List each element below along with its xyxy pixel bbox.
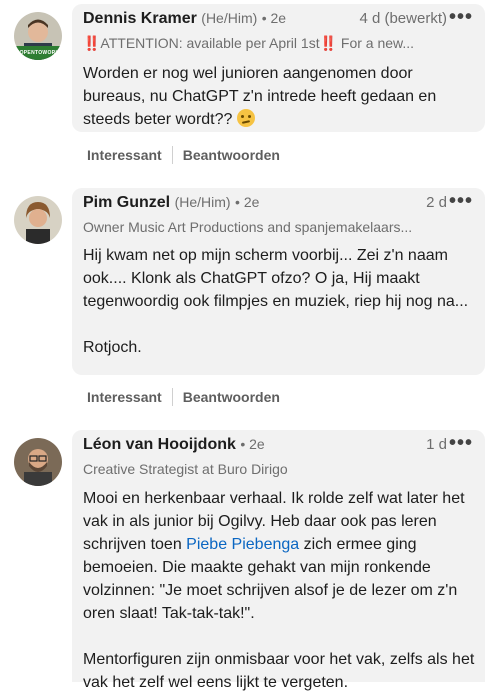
comment-time: 1 d (426, 436, 447, 453)
more-dots-icon[interactable]: ••• (449, 190, 473, 213)
author-headline: Owner Music Art Productions and spanjema… (83, 219, 413, 235)
comment-paragraph: Hij kwam net op mijn scherm voorbij... Z… (83, 247, 469, 310)
connection-degree: • 2e (261, 10, 287, 26)
more-dots-icon[interactable]: ••• (449, 432, 473, 455)
comment-actions: Interessant Beantwoorden (87, 388, 280, 406)
avatar[interactable] (14, 196, 62, 244)
open-to-work-badge: #OPENTOWORK (14, 46, 62, 60)
comment-text: Mooi en herkenbaar verhaal. Ik rolde zel… (83, 487, 478, 694)
comment-time: 2 d (426, 194, 447, 211)
author-name[interactable]: Léon van Hooijdonk (83, 436, 236, 453)
avatar-photo (14, 438, 62, 486)
thinking-face-icon (236, 109, 255, 127)
author-headline: ‼️ATTENTION: available per April 1st‼️ F… (83, 35, 415, 51)
divider (171, 388, 173, 406)
connection-degree: • 2e (240, 436, 265, 452)
author-headline: Creative Strategist at Buro Dirigo (83, 461, 288, 477)
like-button[interactable]: Interessant (87, 389, 162, 405)
avatar[interactable]: #OPENTOWORK (14, 12, 62, 60)
more-dots-icon[interactable]: ••• (449, 6, 473, 29)
reply-button[interactable]: Beantwoorden (183, 147, 280, 163)
comment-time: 4 d (bewerkt) (359, 10, 447, 27)
comment-text: Worden er nog wel junioren aangenomen do… (83, 62, 478, 131)
comment-paragraph: Mentorfiguren zijn onmisbaar voor het va… (83, 651, 475, 691)
avatar[interactable] (14, 438, 62, 486)
author-pronoun: (He/Him) (174, 194, 231, 210)
author-name[interactable]: Pim Gunzel (83, 194, 170, 211)
divider (171, 146, 173, 164)
comment-actions: Interessant Beantwoorden (87, 146, 280, 164)
avatar-photo (14, 196, 62, 244)
comment-bubble: Léon van Hooijdonk • 2e 1 d ••• Creative… (72, 430, 485, 691)
author-name[interactable]: Dennis Kramer (83, 10, 197, 27)
comment-text: Hij kwam net op mijn scherm voorbij... Z… (83, 244, 478, 359)
comment-paragraph: Mooi en herkenbaar verhaal. Ik rolde zel… (83, 490, 465, 622)
mention-link[interactable]: Piebe Piebenga (186, 536, 299, 553)
connection-degree: • 2e (235, 194, 260, 210)
like-button[interactable]: Interessant (87, 147, 162, 163)
comment-bubble: Pim Gunzel (He/Him) • 2e 2 d ••• Owner M… (72, 188, 485, 375)
author-pronoun: (He/Him) (201, 10, 258, 26)
comment-paragraph: Worden er nog wel junioren aangenomen do… (83, 65, 437, 128)
comment-paragraph: Rotjoch. (83, 339, 142, 356)
comment-bubble: Dennis Kramer (He/Him) • 2e 4 d (bewerkt… (72, 4, 485, 132)
reply-button[interactable]: Beantwoorden (183, 389, 280, 405)
